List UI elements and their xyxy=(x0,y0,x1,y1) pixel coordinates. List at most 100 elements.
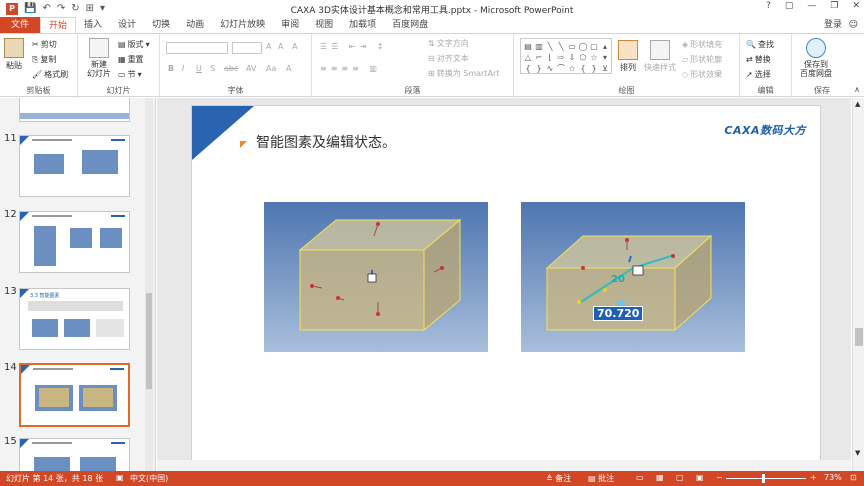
tab-baidu[interactable]: 百度网盘 xyxy=(384,17,436,33)
shadow-button[interactable]: S xyxy=(210,64,215,73)
replace-button[interactable]: ⇄ 替换 xyxy=(746,54,771,65)
align-buttons[interactable]: ≡≡≡≡ ▥ xyxy=(320,64,381,73)
zoom-level[interactable]: 73% xyxy=(824,473,842,482)
reading-view-icon[interactable]: ▢ xyxy=(676,473,684,482)
language-status[interactable]: 中文(中国) xyxy=(130,473,168,484)
quick-styles-button[interactable]: 快速样式 xyxy=(644,40,676,73)
zoom-out-icon[interactable]: − xyxy=(716,473,723,482)
zoom-in-icon[interactable]: + xyxy=(810,473,817,482)
save-to-baidu-button[interactable]: 保存到 百度网盘 xyxy=(796,38,836,78)
underline-button[interactable]: U xyxy=(196,64,202,73)
tab-review[interactable]: 审阅 xyxy=(273,17,307,33)
arc-shape-icon[interactable]: ⌒ xyxy=(556,63,566,73)
brace-shape-icon[interactable]: { xyxy=(523,63,533,73)
editor-horizontal-scrollbar[interactable] xyxy=(157,460,851,471)
arrow-right-shape-icon[interactable]: ⇨ xyxy=(556,52,566,62)
triangle-shape-icon[interactable]: △ xyxy=(523,52,533,62)
scroll-up-icon[interactable]: ▲ xyxy=(855,100,860,108)
star5-shape-icon[interactable]: ☆ xyxy=(567,63,577,73)
tab-slideshow[interactable]: 幻灯片放映 xyxy=(212,17,273,33)
elbow-shape-icon[interactable]: ⌊ xyxy=(545,52,555,62)
bracket-shape-icon[interactable]: { xyxy=(578,63,588,73)
new-slide-button[interactable]: 新建 幻灯片 xyxy=(82,38,116,78)
star-shape-icon[interactable]: ☆ xyxy=(589,52,599,62)
start-from-beginning-icon[interactable]: ⊞ xyxy=(86,3,94,14)
reset-button[interactable]: ▦ 重置 xyxy=(118,54,144,65)
shape-fill-button[interactable]: ◈ 形状填充 xyxy=(682,39,722,50)
tab-design[interactable]: 设计 xyxy=(110,17,144,33)
notes-button[interactable]: ≜ 备注 xyxy=(546,473,571,484)
list-buttons[interactable]: ☰☰ ⇤⇥ ↕ xyxy=(320,42,388,51)
slideshow-view-icon[interactable]: ▣ xyxy=(696,473,704,482)
find-button[interactable]: 🔍 查找 xyxy=(746,39,774,50)
align-text-button[interactable]: ⊟ 对齐文本 xyxy=(428,53,469,64)
grow-font-button[interactable]: A xyxy=(266,42,271,51)
tab-file[interactable]: 文件 xyxy=(0,17,41,33)
shape-effects-button[interactable]: ◇ 形状效果 xyxy=(682,69,722,80)
format-painter-button[interactable]: 🖌 格式刷 xyxy=(32,69,68,80)
shape-outline-button[interactable]: ▱ 形状轮廓 xyxy=(682,54,722,65)
restore-button[interactable]: ❐ xyxy=(830,1,838,11)
change-case-button[interactable]: Aa xyxy=(266,64,276,73)
close-button[interactable]: ✕ xyxy=(852,1,860,11)
shapes-gallery[interactable]: ▤ ▥ ╲ ╲ ▭ ◯ ▢ ▴ △ ⌐ ⌊ ⇨ ⇩ ⬠ ☆ ▾ { } ∿ ⌒ … xyxy=(520,38,612,74)
edit-state-image[interactable]: 20 70.720 xyxy=(521,202,745,352)
select-button[interactable]: ➚ 选择 xyxy=(746,69,771,80)
rounded-rect-shape-icon[interactable]: ▢ xyxy=(589,41,599,51)
arrow-down-shape-icon[interactable]: ⇩ xyxy=(567,52,577,62)
italic-button[interactable]: I xyxy=(182,64,184,73)
tab-home[interactable]: 开始 xyxy=(40,17,77,33)
help-button[interactable]: ? xyxy=(766,1,771,11)
repeat-icon[interactable]: ↻ xyxy=(71,3,79,14)
bold-button[interactable]: B xyxy=(168,64,174,73)
strikethrough-button[interactable]: abc xyxy=(224,64,238,73)
scroll-down-icon[interactable]: ▼ xyxy=(855,449,860,457)
tab-insert[interactable]: 插入 xyxy=(76,17,110,33)
dimension-value-input[interactable]: 70.720 xyxy=(593,306,644,321)
ribbon-display-button[interactable]: ▢ xyxy=(785,1,794,11)
powerpoint-logo-icon[interactable]: P xyxy=(6,2,18,15)
paste-button[interactable]: 粘贴 xyxy=(4,38,24,71)
bracket2-shape-icon[interactable]: } xyxy=(589,63,599,73)
section-button[interactable]: ▭ 节 ▾ xyxy=(118,69,142,80)
connector-shape-icon[interactable]: ⌐ xyxy=(534,52,544,62)
collapse-ribbon-icon[interactable]: ∧ xyxy=(854,85,860,94)
login-link[interactable]: 登录 xyxy=(824,17,842,33)
font-name-dropdown[interactable] xyxy=(166,42,228,54)
rectangle-shape-icon[interactable]: ▭ xyxy=(567,41,577,51)
slide-panel-scrollbar[interactable] xyxy=(145,98,153,471)
arrange-button[interactable]: 排列 xyxy=(618,40,638,73)
zoom-slider-thumb[interactable] xyxy=(762,474,765,483)
line2-shape-icon[interactable]: ╲ xyxy=(556,41,566,51)
redo-icon[interactable]: ↷ xyxy=(57,3,65,14)
save-icon[interactable]: 💾 xyxy=(24,3,36,14)
text-direction-button[interactable]: ⇅ 文字方向 xyxy=(428,38,469,49)
rect-textbox-shape-icon[interactable]: ▥ xyxy=(534,41,544,51)
layout-button[interactable]: ▤ 版式 ▾ xyxy=(118,39,150,50)
char-spacing-button[interactable]: AV xyxy=(246,64,256,73)
oval-shape-icon[interactable]: ◯ xyxy=(578,41,588,51)
copy-button[interactable]: ⎘ 复制 xyxy=(32,54,56,65)
curve-shape-icon[interactable]: ∿ xyxy=(545,63,555,73)
smiley-icon[interactable]: ☺ xyxy=(849,20,858,30)
textbox-shape-icon[interactable]: ▤ xyxy=(523,41,533,51)
gallery-down-icon[interactable]: ▾ xyxy=(600,52,610,62)
editor-vertical-scrollbar[interactable]: ▲ ▼ xyxy=(852,98,864,471)
minimize-button[interactable]: — xyxy=(807,1,816,11)
fit-slide-icon[interactable]: ⊡ xyxy=(850,473,857,482)
normal-view-icon[interactable]: ▭ xyxy=(636,473,644,482)
font-size-dropdown[interactable] xyxy=(232,42,262,54)
spellcheck-icon[interactable]: ▣ xyxy=(116,473,124,482)
brace2-shape-icon[interactable]: } xyxy=(534,63,544,73)
current-slide[interactable]: 智能图素及编辑状态。 CAXA数码大方 20 70.720 xyxy=(191,105,821,461)
cut-button[interactable]: ✂ 剪切 xyxy=(32,39,57,50)
gallery-up-icon[interactable]: ▴ xyxy=(600,41,610,51)
line-shape-icon[interactable]: ╲ xyxy=(545,41,555,51)
comments-button[interactable]: ▤ 批注 xyxy=(588,473,614,484)
shrink-font-button[interactable]: A xyxy=(278,42,283,51)
undo-icon[interactable]: ↶ xyxy=(42,3,50,14)
smart-element-image[interactable] xyxy=(264,202,488,352)
slide-title[interactable]: 智能图素及编辑状态。 xyxy=(256,132,396,152)
gallery-more-icon[interactable]: ⊻ xyxy=(600,63,610,73)
tab-addins[interactable]: 加载项 xyxy=(341,17,384,33)
